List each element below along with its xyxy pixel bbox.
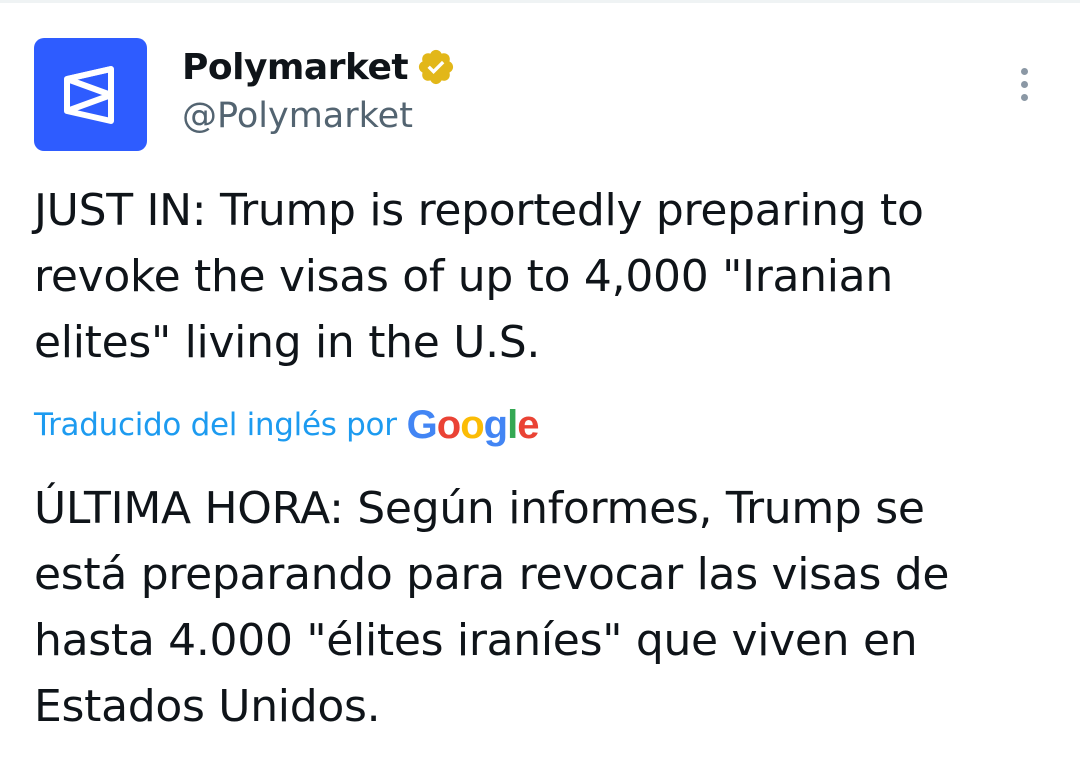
tweet-text-line: revoke the visas of up to 4,000 "Iranian — [34, 251, 893, 302]
avatar[interactable] — [34, 38, 147, 151]
verified-badge-icon[interactable] — [416, 47, 456, 87]
translated-text-line: hasta 4.000 "élites iraníes" que viven e… — [34, 615, 918, 666]
author-display-name[interactable]: Polymarket — [182, 47, 409, 88]
more-vertical-icon — [1020, 67, 1028, 101]
author-name-row: Polymarket — [182, 40, 456, 94]
translated-by-label[interactable]: Traducido del inglés por — [34, 407, 397, 443]
tweet-text-line: JUST IN: Trump is reportedly preparing t… — [34, 185, 924, 236]
author-handle[interactable]: @Polymarket — [182, 94, 456, 138]
tweet-author: Polymarket @Polymarket — [182, 40, 456, 138]
tweet-text-line: elites" living in the U.S. — [34, 317, 541, 368]
polymarket-logo-icon — [63, 65, 114, 124]
translated-text-line: Estados Unidos. — [34, 681, 381, 732]
more-options-button[interactable] — [1004, 62, 1044, 106]
tweet-text: JUST IN: Trump is reportedly preparing t… — [34, 178, 1054, 376]
translated-text-line: está preparando para revocar las visas d… — [34, 549, 950, 600]
top-divider — [0, 0, 1080, 3]
google-logo: Google — [406, 402, 540, 447]
translation-attribution[interactable]: Traducido del inglés por Google — [34, 400, 540, 450]
translated-text-line: ÚLTIMA HORA: Según informes, Trump se — [34, 483, 925, 534]
translated-tweet-text: ÚLTIMA HORA: Según informes, Trump se es… — [34, 476, 1054, 740]
